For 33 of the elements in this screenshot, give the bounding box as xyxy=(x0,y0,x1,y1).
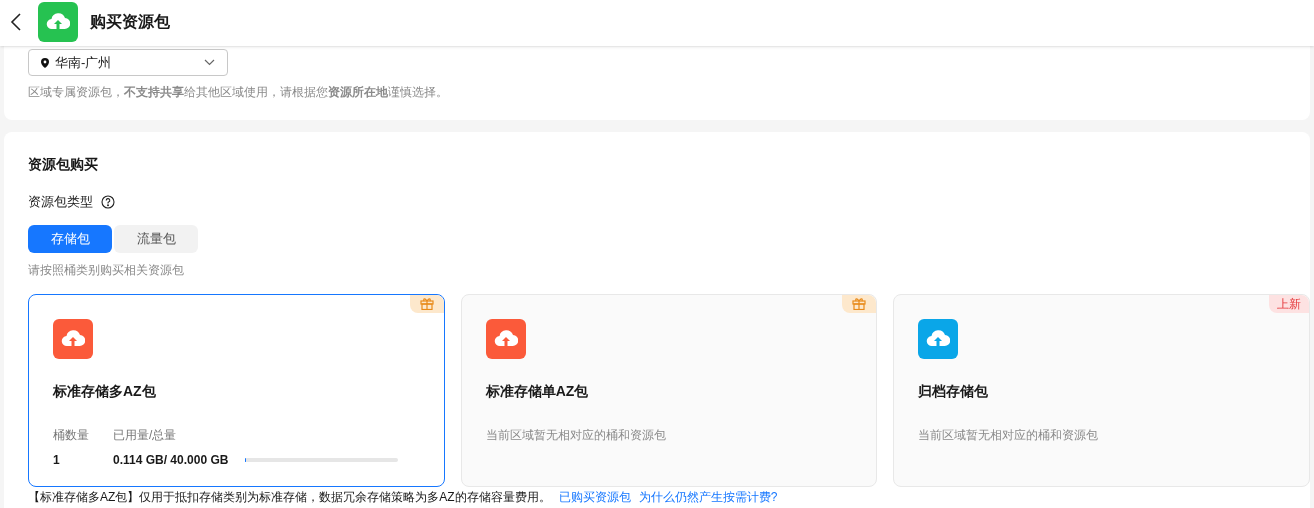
gift-icon xyxy=(409,294,444,313)
page-title: 购买资源包 xyxy=(90,12,170,32)
column-label: 已用量/总量 xyxy=(113,426,177,443)
package-name: 标准存储多AZ包 xyxy=(53,381,157,401)
help-link[interactable]: 为什么仍然产生按需计费? xyxy=(638,488,778,505)
package-name: 归档存储包 xyxy=(918,381,990,401)
package-card[interactable]: 标准存储单AZ包 当前区域暂无相对应的桶和资源包 xyxy=(460,293,878,487)
location-pin-icon xyxy=(41,57,49,68)
region-select[interactable]: 华南-广州 xyxy=(28,49,228,76)
chevron-down-icon xyxy=(204,59,215,66)
package-card[interactable]: 上新 归档存储包 当前区域暂无相对应的桶和资源包 xyxy=(893,293,1310,487)
footer-note: 【标准存储多AZ包】仅用于抵扣存储类别为标准存储，数据冗余存储策略为多AZ的存储容量费用。 xyxy=(28,488,551,505)
column-label: 桶数量 xyxy=(53,426,90,443)
region-note: 区域专属资源包，不支持共享给其他区域使用，请根据您资源所在地谨慎选择。 xyxy=(28,84,449,100)
new-badge: 上新 xyxy=(1269,294,1309,313)
type-tab[interactable]: 流量包 xyxy=(114,224,198,253)
cloud-upload-icon xyxy=(485,318,526,359)
help-icon[interactable] xyxy=(101,194,115,209)
cloud-upload-icon xyxy=(918,318,959,359)
type-tab[interactable]: 存储包 xyxy=(28,224,112,253)
type-label: 资源包类型 xyxy=(28,193,93,211)
empty-message: 当前区域暂无相对应的桶和资源包 xyxy=(918,426,1100,443)
usage-value: 0.114 GB/ 40.000 GB xyxy=(113,451,230,468)
back-icon[interactable] xyxy=(10,13,22,31)
package-name: 标准存储单AZ包 xyxy=(485,381,590,401)
gift-icon xyxy=(842,294,877,313)
empty-message: 当前区域暂无相对应的桶和资源包 xyxy=(485,426,667,443)
cloud-upload-icon xyxy=(53,318,93,359)
bucket-count: 1 xyxy=(53,451,61,468)
package-card[interactable]: 标准存储多AZ包 桶数量 已用量/总量 1 0.114 GB/ 40.000 GB xyxy=(28,293,445,487)
help-link[interactable]: 已购买资源包 xyxy=(558,488,631,505)
section-title: 资源包购买 xyxy=(28,155,99,174)
type-hint: 请按照桶类别购买相关资源包 xyxy=(28,261,185,278)
